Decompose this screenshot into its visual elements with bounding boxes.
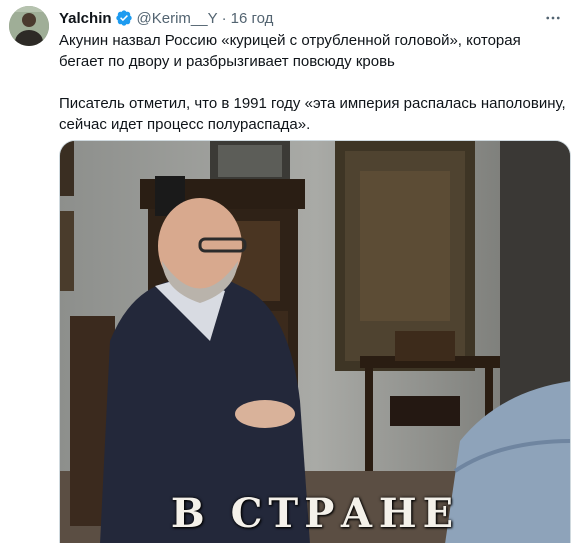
author-handle[interactable]: @Kerim__Y [137, 10, 218, 27]
avatar-image [9, 6, 49, 46]
avatar[interactable] [9, 6, 49, 46]
tweet-text-paragraph-1: Акунин назвал Россию «курицей с отрублен… [59, 32, 521, 70]
verified-badge-icon [115, 9, 133, 27]
tweet-timestamp[interactable]: 16 год [231, 10, 274, 27]
header-separator: · [221, 9, 227, 27]
video-caption: В СТРАНЕ [170, 490, 460, 537]
tweet-media-video[interactable]: В СТРАНЕ [59, 140, 571, 543]
video-frame-image [60, 141, 570, 543]
tweet-header: Yalchin @Kerim__Y · 16 год [59, 7, 538, 29]
more-options-icon[interactable] [542, 8, 564, 28]
author-name[interactable]: Yalchin [59, 10, 112, 27]
tweet-text-paragraph-2: Писатель отметил, что в 1991 году «эта и… [59, 95, 566, 133]
tweet-text: Акунин назвал Россию «курицей с отрублен… [59, 30, 569, 135]
